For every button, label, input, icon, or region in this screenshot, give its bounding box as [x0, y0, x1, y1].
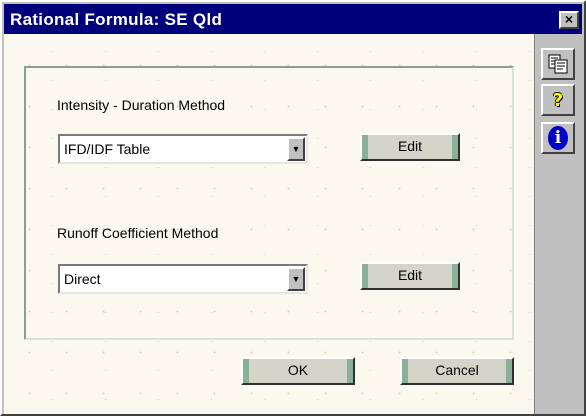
intensity-edit-button[interactable]: Edit — [360, 133, 460, 161]
intensity-method-value: IFD/IDF Table — [64, 141, 151, 157]
chevron-down-icon[interactable]: ▼ — [287, 267, 305, 291]
title-bar[interactable]: Rational Formula: SE Qld × — [4, 4, 582, 34]
info-button[interactable]: i — [541, 122, 575, 154]
runoff-method-value: Direct — [64, 271, 101, 287]
chevron-down-icon[interactable]: ▼ — [287, 137, 305, 161]
ok-button[interactable]: OK — [241, 357, 355, 385]
help-icon: ? — [552, 89, 564, 111]
copy-button[interactable] — [541, 48, 575, 80]
window-title: Rational Formula: SE Qld — [10, 10, 223, 29]
side-toolbar: ? i — [534, 34, 582, 414]
info-glyph: i — [554, 128, 562, 148]
close-button[interactable]: × — [559, 11, 579, 29]
runoff-method-label: Runoff Coefficient Method — [57, 225, 219, 241]
runoff-method-select[interactable]: Direct ▼ — [58, 264, 308, 294]
copy-icon — [548, 54, 568, 74]
runoff-edit-button[interactable]: Edit — [360, 262, 460, 290]
info-icon: i — [548, 126, 568, 150]
close-icon: × — [564, 11, 574, 27]
help-button[interactable]: ? — [541, 84, 575, 116]
intensity-method-label: Intensity - Duration Method — [57, 97, 226, 113]
cancel-button[interactable]: Cancel — [400, 357, 514, 385]
dialog-body: Intensity - Duration Method IFD/IDF Tabl… — [4, 34, 534, 414]
dialog-window: Rational Formula: SE Qld × Intensity - D… — [0, 0, 586, 416]
intensity-method-select[interactable]: IFD/IDF Table ▼ — [58, 134, 308, 164]
